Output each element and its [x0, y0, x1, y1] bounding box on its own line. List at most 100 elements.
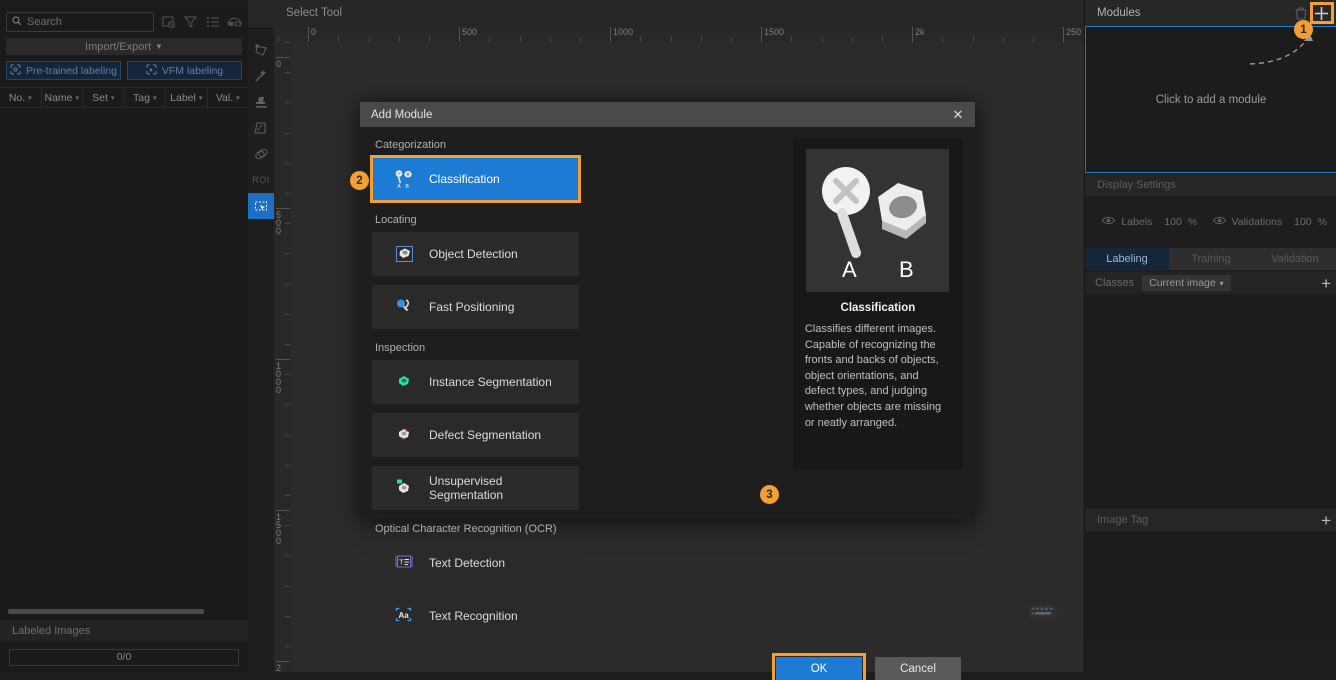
svg-text:A: A	[397, 184, 401, 190]
vfm-labeling-button[interactable]: VFM labeling	[127, 61, 242, 80]
column-header-no[interactable]: No. ▾	[0, 88, 42, 107]
search-input[interactable]: Search	[6, 12, 154, 32]
classes-scope-label: Current image	[1149, 277, 1216, 289]
layout-view-icon[interactable]	[227, 15, 242, 30]
chevron-down-icon: ▾	[152, 94, 157, 102]
chevron-down-icon: ▾	[75, 94, 80, 102]
image-tag-list	[1085, 531, 1336, 641]
dialog-title-bar: Add Module ✕	[360, 102, 975, 127]
image-table-header: No. ▾ Name ▾ Set ▾ Tag ▾ Label ▾ Val. ▾	[0, 87, 248, 108]
step-badge-3: 3	[760, 485, 779, 504]
column-header-tag[interactable]: Tag ▾	[125, 88, 166, 107]
column-label: Val.	[215, 91, 234, 104]
unsupervised-segmentation-card[interactable]: Unsupervised Segmentation	[372, 466, 579, 510]
close-icon[interactable]: ✕	[949, 106, 967, 124]
column-header-set[interactable]: Set ▾	[83, 88, 125, 107]
image-filter-icon[interactable]	[161, 15, 176, 30]
column-label: Set	[92, 91, 108, 104]
vfm-labeling-label: VFM labeling	[161, 64, 224, 77]
add-module-dialog: Add Module ✕ Categorization A B Classifi…	[360, 102, 975, 680]
display-setting-validations[interactable]: Validations 100 %	[1212, 216, 1327, 228]
chevron-down-icon: ▾	[1219, 278, 1224, 288]
ok-button[interactable]: OK	[772, 653, 866, 680]
ruler-label: 0	[311, 27, 317, 37]
search-toolbar-row: Search	[0, 6, 248, 36]
tab-validation[interactable]: Validation	[1253, 248, 1336, 270]
funnel-filter-icon[interactable]	[183, 15, 198, 30]
fast-positioning-card[interactable]: Fast Positioning	[372, 285, 579, 329]
keyboard-icon[interactable]	[1028, 602, 1058, 620]
search-icon	[12, 15, 22, 29]
ruler-major-tick	[276, 57, 290, 58]
classes-label: Classes	[1095, 277, 1135, 289]
roi-tool-icon[interactable]: ROI	[248, 167, 274, 193]
step-1-arrow	[1249, 33, 1313, 65]
instance-segmentation-card[interactable]: Instance Segmentation	[372, 360, 579, 404]
add-class-button[interactable]: +	[1321, 275, 1331, 292]
eraser-shape-tool-icon[interactable]	[248, 115, 274, 141]
ruler-label: 2k	[915, 27, 925, 37]
text-recognition-card[interactable]: Aa Text Recognition	[372, 594, 579, 638]
ocr-cards: T Text Detection Aa Text Recognition	[372, 541, 780, 638]
object-detection-card[interactable]: Object Detection	[372, 232, 579, 276]
annotation-tool-bar: ROI	[248, 0, 274, 672]
pre-trained-labeling-button[interactable]: Pre-trained labeling	[6, 61, 121, 80]
labeled-images-progress: 0/0	[9, 648, 239, 666]
unsupervised-segmentation-icon	[394, 477, 416, 499]
ruler-label: 0	[276, 59, 282, 69]
eye-icon	[1212, 216, 1226, 228]
add-image-tag-button[interactable]: +	[1321, 512, 1331, 529]
defect-segmentation-card[interactable]: Defect Segmentation	[372, 413, 579, 457]
display-settings-body: Labels 100 % Validations 100 %	[1085, 196, 1336, 248]
preview-title: Classification	[840, 302, 916, 314]
display-setting-unit: %	[1317, 216, 1327, 228]
ruler-label: 2	[276, 663, 282, 673]
chevron-down-icon: ▾	[110, 94, 115, 102]
select-tool-icon[interactable]	[248, 193, 274, 219]
classes-scope-dropdown[interactable]: Current image ▾	[1142, 275, 1231, 291]
column-label: Label	[170, 91, 196, 104]
modules-empty-text: Click to add a module	[1155, 93, 1267, 106]
column-header-val[interactable]: Val. ▾	[208, 88, 249, 107]
tab-labeling[interactable]: Labeling	[1085, 248, 1169, 270]
svg-text:A: A	[842, 257, 857, 282]
defect-segmentation-card-label: Defect Segmentation	[429, 428, 542, 442]
instance-segmentation-icon	[394, 371, 416, 393]
list-view-icon[interactable]	[205, 15, 220, 30]
classification-card[interactable]: A B Classification	[370, 155, 581, 203]
ellipse-tool-icon[interactable]	[248, 141, 274, 167]
ruler-label: 1000	[613, 27, 634, 37]
display-setting-labels[interactable]: Labels 100 %	[1095, 216, 1205, 228]
canvas-tool-title: Select Tool	[274, 0, 1084, 27]
ruler-label: 1500	[764, 27, 785, 37]
cancel-button[interactable]: Cancel	[875, 657, 961, 680]
ruler-major-tick	[276, 661, 290, 662]
display-setting-value: 100	[1164, 216, 1182, 228]
locating-cards: Object Detection Fast Positioning	[372, 232, 780, 329]
dialog-footer: OK Cancel	[360, 638, 975, 680]
column-header-label[interactable]: Label ▾	[166, 88, 208, 107]
image-tag-header: Image Tag +	[1085, 509, 1336, 531]
vertical-ruler: 0 500 1000 1500 2	[274, 42, 290, 672]
text-recognition-card-label: Text Recognition	[429, 609, 518, 623]
object-detection-icon	[394, 243, 416, 265]
stamp-tool-icon[interactable]	[248, 89, 274, 115]
image-list-panel: Search Import/Export ▼ Pre-trained label…	[0, 0, 260, 672]
text-detection-card-label: Text Detection	[429, 556, 506, 570]
tab-training[interactable]: Training	[1169, 248, 1253, 270]
modules-title: Modules	[1097, 7, 1141, 19]
text-detection-card[interactable]: T Text Detection	[372, 541, 579, 585]
section-heading-categorization: Categorization	[375, 139, 446, 151]
magic-wand-tool-icon[interactable]	[248, 63, 274, 89]
image-tag-title: Image Tag	[1097, 514, 1149, 526]
column-header-name[interactable]: Name ▾	[42, 88, 83, 107]
import-export-dropdown[interactable]: Import/Export ▼	[6, 38, 242, 55]
ruler-label: 500	[462, 27, 478, 37]
chevron-down-icon: ▼	[155, 42, 163, 51]
fast-positioning-icon	[394, 296, 416, 318]
polygon-tool-icon[interactable]	[248, 37, 274, 63]
horizontal-scrollbar[interactable]	[8, 609, 204, 614]
vfm-labeling-icon	[146, 64, 157, 78]
ruler-major-tick	[276, 510, 290, 511]
ruler-major-tick	[276, 359, 290, 360]
